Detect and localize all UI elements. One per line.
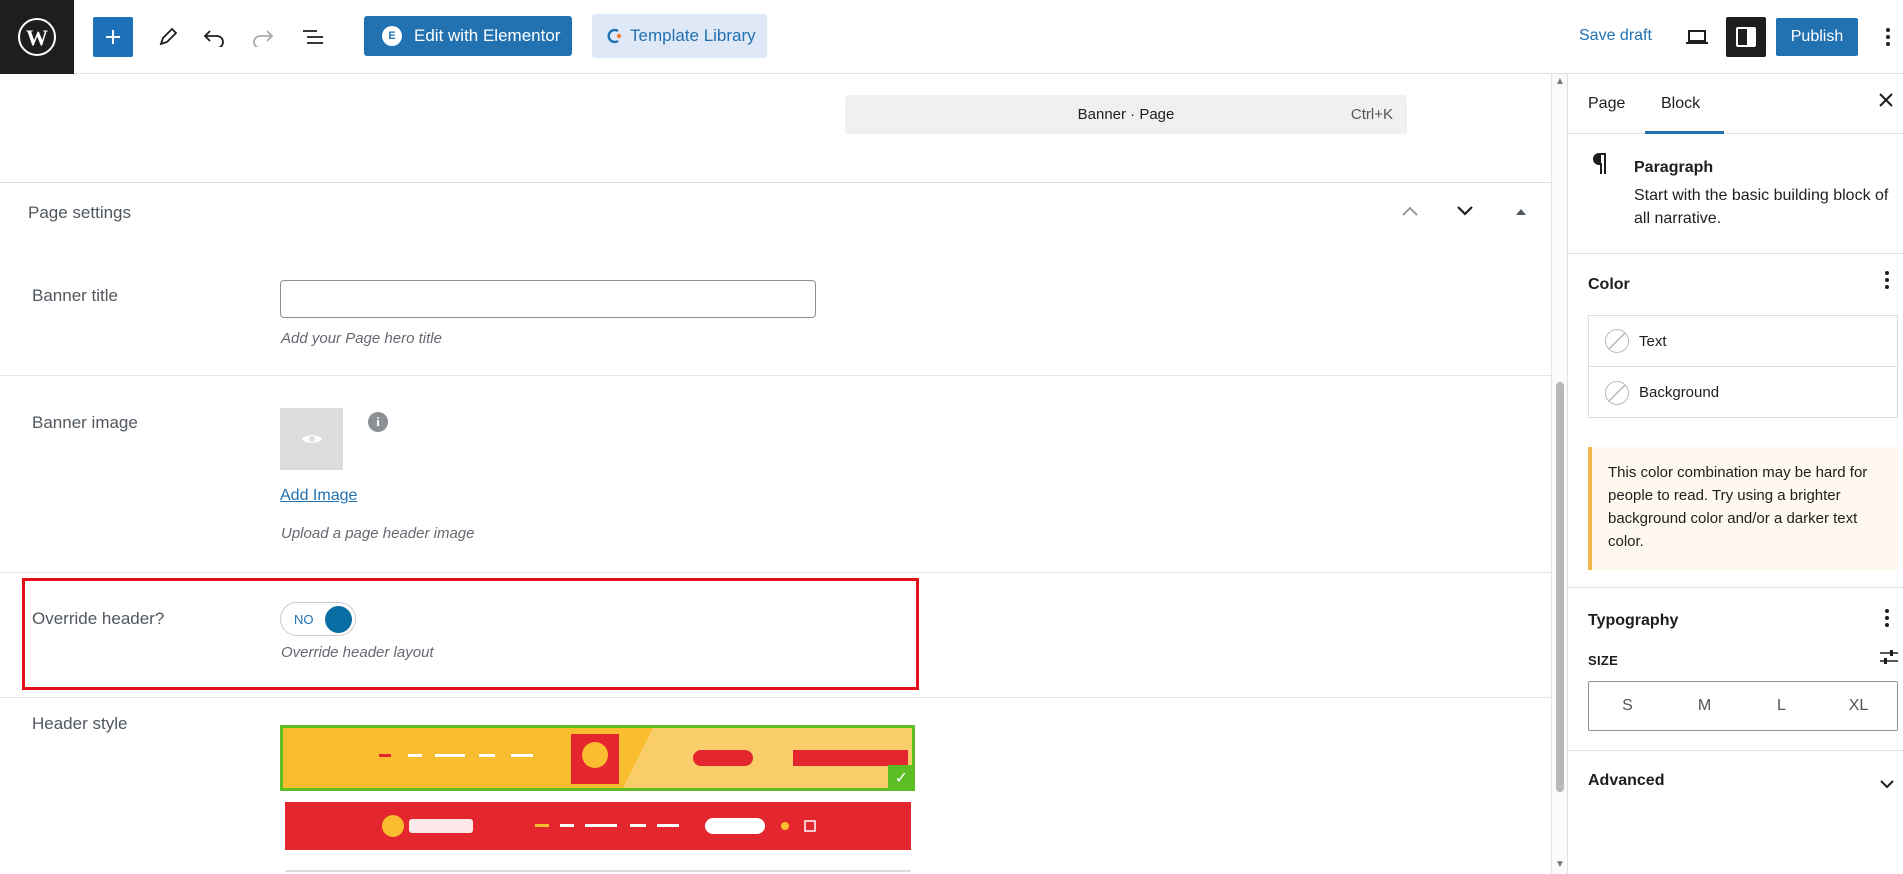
options-menu-button[interactable]: [1878, 17, 1898, 57]
document-title: Banner · Page: [1077, 106, 1175, 123]
font-size-picker: S M L XL: [1588, 681, 1898, 731]
redo-icon: [253, 30, 274, 47]
command-shortcut: Ctrl+K: [1350, 106, 1393, 123]
publish-button[interactable]: Publish: [1776, 18, 1858, 56]
header-style-option-1[interactable]: ✓: [280, 725, 915, 791]
template-library-button[interactable]: Template Library: [592, 14, 767, 58]
tab-page[interactable]: Page: [1588, 95, 1625, 113]
pencil-icon: [159, 27, 178, 46]
advanced-expand-button[interactable]: [1880, 776, 1894, 794]
elementor-icon: E: [382, 26, 402, 46]
list-view-icon: [303, 30, 323, 44]
size-label: SIZE: [1588, 653, 1619, 668]
sidebar-icon: [1736, 27, 1756, 47]
editor-canvas: Banner · Page Ctrl+K Page settings Banne…: [0, 74, 1567, 874]
block-card: Paragraph Start with the basic building …: [1568, 134, 1903, 254]
override-header-highlight: [22, 578, 919, 690]
scroll-up-arrow-icon[interactable]: ▲: [1555, 76, 1565, 87]
undo-button[interactable]: [194, 17, 234, 57]
header-style-option-3[interactable]: [285, 870, 911, 872]
sliders-icon: [1880, 650, 1898, 664]
close-icon: [1879, 93, 1893, 107]
selected-check-icon: ✓: [888, 765, 915, 791]
scroll-down-arrow-icon[interactable]: ▼: [1555, 859, 1565, 870]
save-draft-button[interactable]: Save draft: [1579, 27, 1652, 45]
banner-image-description: Upload a page header image: [281, 525, 475, 542]
add-image-link[interactable]: Add Image: [280, 487, 357, 505]
typography-options-button[interactable]: [1884, 608, 1890, 634]
svg-text:W: W: [26, 25, 48, 50]
undo-icon: [203, 30, 224, 47]
settings-sidebar-toggle[interactable]: [1726, 17, 1766, 57]
header-style-label: Header style: [32, 714, 128, 733]
size-option-m[interactable]: M: [1666, 682, 1743, 730]
info-icon[interactable]: i: [368, 412, 388, 432]
kebab-icon: [1886, 28, 1890, 46]
color-item-text[interactable]: Text: [1589, 316, 1897, 367]
header-style-option-2[interactable]: [285, 802, 911, 850]
color-list: Text Background: [1588, 315, 1898, 418]
preview-button[interactable]: [1677, 17, 1717, 57]
editor-toolbar: W E Edit with Elementor Template Library…: [0, 0, 1903, 74]
color-item-label: Background: [1639, 384, 1720, 401]
banner-image-label: Banner image: [32, 413, 138, 432]
close-sidebar-button[interactable]: [1878, 91, 1894, 114]
color-item-background[interactable]: Background: [1589, 367, 1897, 418]
color-section-title: Color: [1588, 276, 1630, 293]
add-block-button[interactable]: [93, 17, 133, 57]
empty-color-swatch-icon: [1605, 329, 1629, 353]
document-overview-button[interactable]: [293, 17, 333, 57]
block-description: Start with the basic building block of a…: [1634, 187, 1889, 227]
edit-with-elementor-label: Edit with Elementor: [414, 26, 561, 45]
size-option-s[interactable]: S: [1589, 682, 1666, 730]
color-options-button[interactable]: [1884, 270, 1890, 296]
banner-title-description: Add your Page hero title: [281, 330, 442, 347]
size-option-xl[interactable]: XL: [1820, 682, 1897, 730]
eye-icon: [301, 435, 322, 443]
template-library-label: Template Library: [630, 26, 756, 45]
edit-with-elementor-button[interactable]: E Edit with Elementor: [364, 16, 572, 56]
section-divider: [1568, 750, 1903, 751]
size-option-l[interactable]: L: [1743, 682, 1820, 730]
wordpress-logo-icon[interactable]: W: [0, 0, 74, 74]
settings-sidebar: Page Block Paragraph Start with the basi…: [1567, 74, 1903, 874]
kebab-icon: [1885, 609, 1889, 627]
sidebar-tabs: Page Block: [1568, 74, 1903, 134]
tools-button[interactable]: [148, 17, 188, 57]
banner-title-label: Banner title: [32, 286, 118, 305]
color-item-label: Text: [1639, 332, 1667, 350]
plus-icon: [106, 30, 120, 44]
laptop-icon: [1686, 30, 1708, 44]
tab-block[interactable]: Block: [1661, 95, 1700, 113]
block-name: Paragraph: [1634, 159, 1714, 176]
banner-image-row: [0, 376, 1551, 573]
template-library-icon: [607, 28, 622, 44]
header-style-2-preview: [285, 802, 911, 850]
paragraph-icon: [1592, 152, 1610, 181]
empty-color-swatch-icon: [1605, 380, 1629, 405]
redo-button[interactable]: [243, 17, 283, 57]
banner-image-placeholder[interactable]: [280, 408, 343, 470]
advanced-section-toggle[interactable]: Advanced: [1588, 772, 1664, 790]
banner-title-input[interactable]: [280, 280, 816, 318]
kebab-icon: [1885, 271, 1889, 289]
typography-section-title: Typography: [1588, 612, 1679, 629]
command-palette-bar[interactable]: Banner · Page Ctrl+K: [845, 95, 1407, 134]
header-style-1-preview: [283, 728, 912, 788]
section-divider: [1568, 587, 1903, 588]
scrollbar-thumb[interactable]: [1556, 382, 1564, 792]
canvas-scrollbar[interactable]: ▲ ▼: [1551, 74, 1567, 874]
banner-title-row: Banner title Add your Page hero title: [0, 183, 1551, 376]
custom-size-button[interactable]: [1879, 648, 1899, 671]
chevron-down-icon: [1880, 780, 1894, 789]
contrast-warning-notice: This color combination may be hard for p…: [1588, 447, 1898, 570]
